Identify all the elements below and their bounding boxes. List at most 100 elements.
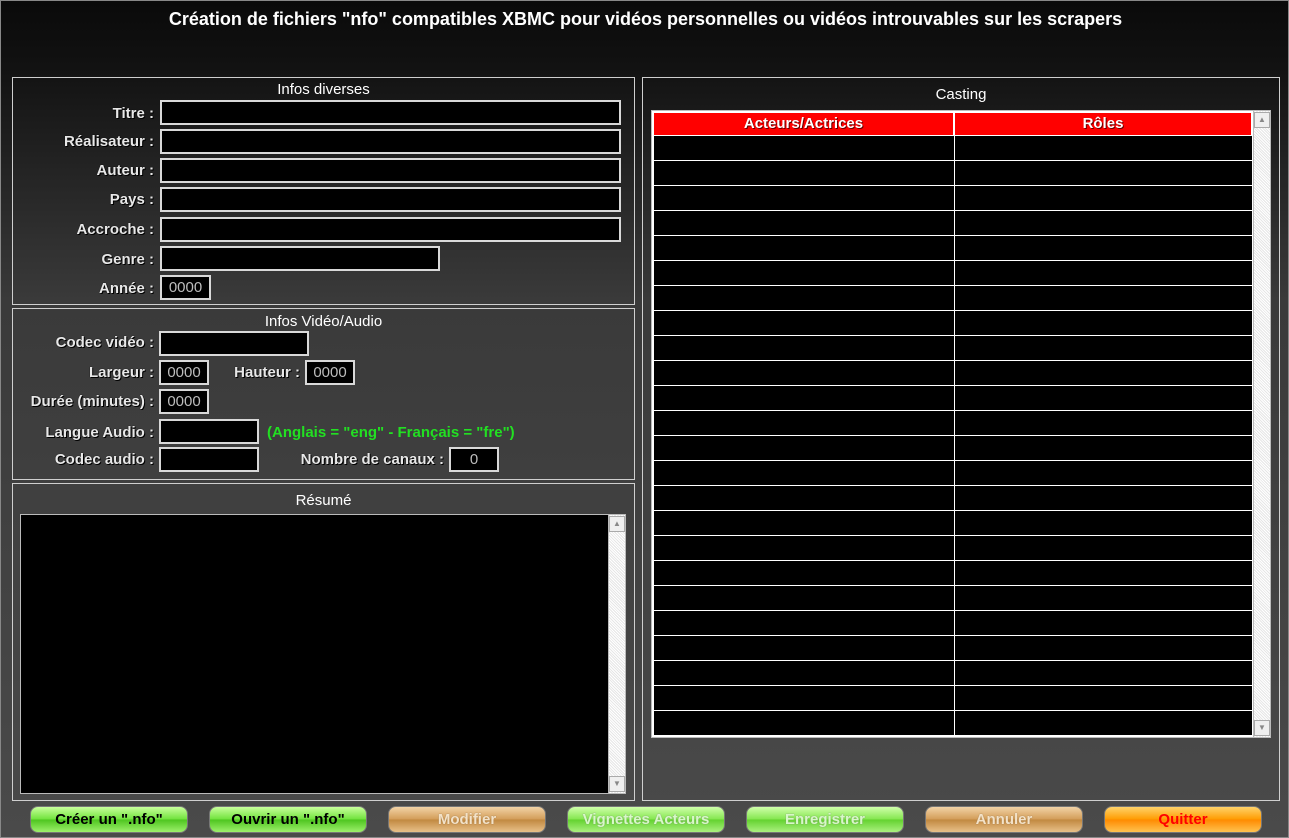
annuler-button[interactable]: Annuler [925,806,1083,833]
casting-row[interactable] [654,336,1252,360]
casting-cell-acteur[interactable] [654,361,954,385]
casting-cell-role[interactable] [955,236,1252,260]
largeur-field[interactable] [159,360,209,385]
casting-cell-role[interactable] [955,611,1252,635]
codec-video-field[interactable] [159,331,309,356]
casting-cell-acteur[interactable] [654,261,954,285]
vignettes-acteurs-button[interactable]: Vignettes Acteurs [567,806,725,833]
scroll-up-icon[interactable]: ▲ [1254,112,1270,128]
casting-row[interactable] [654,211,1252,235]
casting-cell-role[interactable] [955,511,1252,535]
casting-cell-role[interactable] [955,336,1252,360]
casting-row[interactable] [654,586,1252,610]
casting-row[interactable] [654,261,1252,285]
scroll-down-icon[interactable]: ▼ [1254,720,1270,736]
langue-audio-field[interactable] [159,419,259,444]
casting-row[interactable] [654,236,1252,260]
titre-field[interactable] [160,100,621,125]
creer-nfo-button[interactable]: Créer un ".nfo" [30,806,188,833]
col-header-roles[interactable]: Rôles [955,113,1252,135]
casting-cell-role[interactable] [955,361,1252,385]
casting-cell-acteur[interactable] [654,311,954,335]
casting-row[interactable] [654,561,1252,585]
casting-grid[interactable]: Acteurs/Actrices Rôles ▲ ▼ [651,110,1271,738]
casting-cell-acteur[interactable] [654,386,954,410]
scroll-down-icon[interactable]: ▼ [609,776,625,792]
casting-scrollbar[interactable]: ▲ ▼ [1253,111,1270,737]
casting-cell-acteur[interactable] [654,411,954,435]
casting-row[interactable] [654,286,1252,310]
casting-cell-role[interactable] [955,486,1252,510]
casting-cell-role[interactable] [955,261,1252,285]
casting-cell-role[interactable] [955,211,1252,235]
casting-cell-acteur[interactable] [654,711,954,735]
casting-cell-role[interactable] [955,461,1252,485]
casting-row[interactable] [654,486,1252,510]
casting-cell-acteur[interactable] [654,136,954,160]
resume-textarea[interactable]: ▲ ▼ [20,514,626,794]
casting-row[interactable] [654,661,1252,685]
casting-cell-acteur[interactable] [654,336,954,360]
casting-row[interactable] [654,136,1252,160]
duree-field[interactable] [159,389,209,414]
casting-cell-acteur[interactable] [654,211,954,235]
quitter-button[interactable]: Quitter [1104,806,1262,833]
realisateur-field[interactable] [160,129,621,154]
casting-row[interactable] [654,636,1252,660]
casting-cell-role[interactable] [955,561,1252,585]
casting-cell-acteur[interactable] [654,661,954,685]
casting-row[interactable] [654,711,1252,735]
codec-audio-field[interactable] [159,447,259,472]
casting-cell-role[interactable] [955,636,1252,660]
col-header-acteurs[interactable]: Acteurs/Actrices [654,113,954,135]
casting-cell-role[interactable] [955,286,1252,310]
casting-cell-acteur[interactable] [654,511,954,535]
casting-row[interactable] [654,511,1252,535]
casting-cell-acteur[interactable] [654,286,954,310]
casting-cell-acteur[interactable] [654,186,954,210]
casting-cell-role[interactable] [955,311,1252,335]
casting-cell-role[interactable] [955,536,1252,560]
casting-cell-role[interactable] [955,161,1252,185]
enregistrer-button[interactable]: Enregistrer [746,806,904,833]
casting-cell-acteur[interactable] [654,586,954,610]
casting-cell-acteur[interactable] [654,636,954,660]
casting-cell-acteur[interactable] [654,461,954,485]
casting-cell-role[interactable] [955,586,1252,610]
casting-cell-role[interactable] [955,711,1252,735]
ouvrir-nfo-button[interactable]: Ouvrir un ".nfo" [209,806,367,833]
casting-cell-role[interactable] [955,136,1252,160]
modifier-button[interactable]: Modifier [388,806,546,833]
casting-cell-acteur[interactable] [654,686,954,710]
casting-row[interactable] [654,186,1252,210]
hauteur-field[interactable] [305,360,355,385]
casting-cell-role[interactable] [955,411,1252,435]
casting-cell-role[interactable] [955,186,1252,210]
casting-cell-acteur[interactable] [654,536,954,560]
casting-cell-role[interactable] [955,686,1252,710]
annee-field[interactable] [160,275,211,300]
genre-field[interactable] [160,246,440,271]
casting-cell-acteur[interactable] [654,611,954,635]
casting-cell-role[interactable] [955,386,1252,410]
casting-row[interactable] [654,161,1252,185]
casting-cell-acteur[interactable] [654,236,954,260]
casting-cell-role[interactable] [955,661,1252,685]
casting-cell-acteur[interactable] [654,486,954,510]
casting-row[interactable] [654,536,1252,560]
casting-row[interactable] [654,686,1252,710]
casting-row[interactable] [654,361,1252,385]
accroche-field[interactable] [160,217,621,242]
resume-scrollbar[interactable]: ▲ ▼ [608,515,625,793]
casting-cell-acteur[interactable] [654,161,954,185]
casting-row[interactable] [654,436,1252,460]
canaux-field[interactable] [449,447,499,472]
casting-row[interactable] [654,386,1252,410]
auteur-field[interactable] [160,158,621,183]
casting-row[interactable] [654,411,1252,435]
pays-field[interactable] [160,187,621,212]
casting-cell-acteur[interactable] [654,561,954,585]
casting-row[interactable] [654,311,1252,335]
casting-row[interactable] [654,461,1252,485]
scroll-up-icon[interactable]: ▲ [609,516,625,532]
